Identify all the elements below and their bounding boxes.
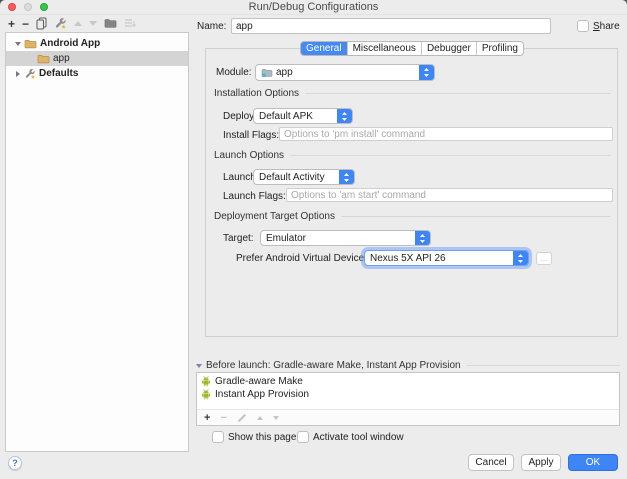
- module-value: app: [276, 67, 293, 78]
- installation-options-section: Installation Options: [214, 88, 611, 99]
- tree-item-defaults[interactable]: Defaults: [6, 66, 188, 81]
- tab-profiling[interactable]: Profiling: [475, 42, 523, 55]
- task-label: Instant App Provision: [215, 389, 309, 400]
- dialog-buttons: Cancel Apply OK: [468, 454, 618, 471]
- configurations-tree: Android App app Defaults: [5, 32, 189, 452]
- task-row-instant-app-provision[interactable]: Instant App Provision: [197, 388, 619, 401]
- help-button[interactable]: ?: [8, 456, 22, 470]
- launch-flags-input[interactable]: [286, 188, 613, 202]
- new-folder-icon[interactable]: [104, 18, 117, 29]
- before-launch-header[interactable]: Before launch: Gradle-aware Make, Instan…: [196, 360, 620, 371]
- section-title: Launch Options: [214, 150, 285, 161]
- window-title: Run/Debug Configurations: [248, 1, 379, 13]
- remove-configuration-button[interactable]: −: [22, 17, 29, 31]
- edit-defaults-wrench-icon[interactable]: [54, 17, 67, 30]
- launch-dropdown[interactable]: Default Activity: [253, 169, 355, 185]
- section-divider: [290, 155, 611, 156]
- task-row-gradle-aware-make[interactable]: Gradle-aware Make: [197, 375, 619, 388]
- tree-item-label: Defaults: [39, 68, 79, 79]
- activate-tool-window-label: Activate tool window: [313, 431, 404, 443]
- cancel-button[interactable]: Cancel: [468, 454, 514, 471]
- dropdown-stepper-icon: [337, 109, 352, 123]
- zoom-button[interactable]: [40, 3, 48, 11]
- collapse-icon[interactable]: [196, 363, 202, 368]
- dropdown-stepper-icon: [419, 65, 434, 80]
- expand-icon[interactable]: [16, 70, 20, 77]
- install-flags-label: Install Flags:: [223, 130, 280, 141]
- folder-icon: [24, 39, 37, 49]
- module-dropdown[interactable]: app: [255, 64, 435, 81]
- install-flags-input[interactable]: [279, 127, 613, 141]
- tree-item-label: Android App: [40, 38, 101, 49]
- launch-options-section: Launch Options: [214, 150, 611, 161]
- title-bar: Run/Debug Configurations: [0, 0, 627, 15]
- name-input[interactable]: [231, 18, 551, 34]
- folder-icon: [37, 54, 50, 64]
- before-launch-task-list: Gradle-aware Make Instant App Provision …: [196, 372, 620, 426]
- task-label: Gradle-aware Make: [215, 376, 303, 387]
- configurations-toolbar: + −: [8, 16, 136, 31]
- section-divider: [305, 93, 611, 94]
- module-icon: [261, 68, 273, 78]
- move-task-down-icon: [272, 415, 279, 420]
- move-task-up-icon: [256, 415, 263, 420]
- show-this-page-checkbox[interactable]: [212, 431, 224, 443]
- target-dropdown[interactable]: Emulator: [260, 230, 431, 246]
- deploy-value: Default APK: [259, 110, 313, 122]
- add-configuration-button[interactable]: +: [8, 17, 15, 31]
- remove-task-button: −: [220, 411, 227, 424]
- collapse-icon[interactable]: [15, 41, 21, 46]
- android-icon: [201, 389, 211, 400]
- copy-configuration-icon[interactable]: [36, 17, 47, 30]
- activate-tool-window-option: Activate tool window: [297, 431, 404, 443]
- avd-value: Nexus 5X API 26: [370, 252, 446, 264]
- edit-task-pencil-icon: [237, 413, 247, 423]
- dropdown-stepper-icon: [513, 251, 528, 265]
- avd-label: Prefer Android Virtual Device:: [236, 253, 367, 264]
- module-label: Module:: [216, 67, 252, 78]
- tree-item-android-app[interactable]: Android App: [6, 36, 188, 51]
- add-task-button[interactable]: +: [204, 412, 210, 424]
- tree-item-app[interactable]: app: [6, 51, 188, 66]
- run-debug-configurations-dialog: Run/Debug Configurations + − Android App…: [0, 0, 627, 479]
- ok-button[interactable]: OK: [568, 454, 618, 471]
- dropdown-stepper-icon: [415, 231, 430, 245]
- target-label: Target:: [223, 233, 254, 244]
- tab-miscellaneous[interactable]: Miscellaneous: [346, 42, 421, 55]
- show-this-page-option: Show this page: [212, 431, 296, 443]
- move-up-icon: [74, 21, 83, 26]
- android-icon: [201, 376, 211, 387]
- activate-tool-window-checkbox[interactable]: [297, 431, 309, 443]
- deploy-label: Deploy:: [223, 111, 257, 122]
- launch-value: Default Activity: [259, 171, 325, 183]
- section-divider: [341, 216, 611, 217]
- deployment-target-options-section: Deployment Target Options: [214, 211, 611, 222]
- tab-general[interactable]: General: [300, 42, 347, 55]
- move-down-icon: [89, 21, 98, 26]
- browse-avd-button[interactable]: …: [536, 252, 552, 265]
- target-value: Emulator: [266, 232, 307, 244]
- wrench-icon: [24, 68, 36, 80]
- tab-debugger[interactable]: Debugger: [420, 42, 476, 55]
- name-label: Name:: [197, 21, 227, 32]
- sort-configurations-icon: [124, 18, 136, 29]
- apply-button[interactable]: Apply: [521, 454, 561, 471]
- section-title: Deployment Target Options: [214, 211, 335, 222]
- dropdown-stepper-icon: [339, 170, 354, 184]
- tree-item-label: app: [53, 53, 70, 64]
- minimize-button: [24, 3, 32, 11]
- avd-dropdown[interactable]: Nexus 5X API 26: [364, 250, 529, 266]
- show-this-page-label: Show this page: [228, 431, 297, 443]
- task-list-toolbar: + −: [197, 409, 619, 425]
- deploy-dropdown[interactable]: Default APK: [253, 108, 353, 124]
- section-divider: [466, 365, 620, 366]
- close-button[interactable]: [8, 3, 16, 11]
- share-label: Share: [593, 21, 620, 32]
- before-launch-title: Before launch: Gradle-aware Make, Instan…: [206, 360, 461, 371]
- general-tab-panel: Module: app Installation Options Deploy:: [205, 48, 618, 337]
- launch-flags-label: Launch Flags:: [223, 191, 286, 202]
- tabs-bar: General Miscellaneous Debugger Profiling: [205, 41, 619, 56]
- share-checkbox[interactable]: [577, 20, 589, 32]
- section-title: Installation Options: [214, 88, 300, 99]
